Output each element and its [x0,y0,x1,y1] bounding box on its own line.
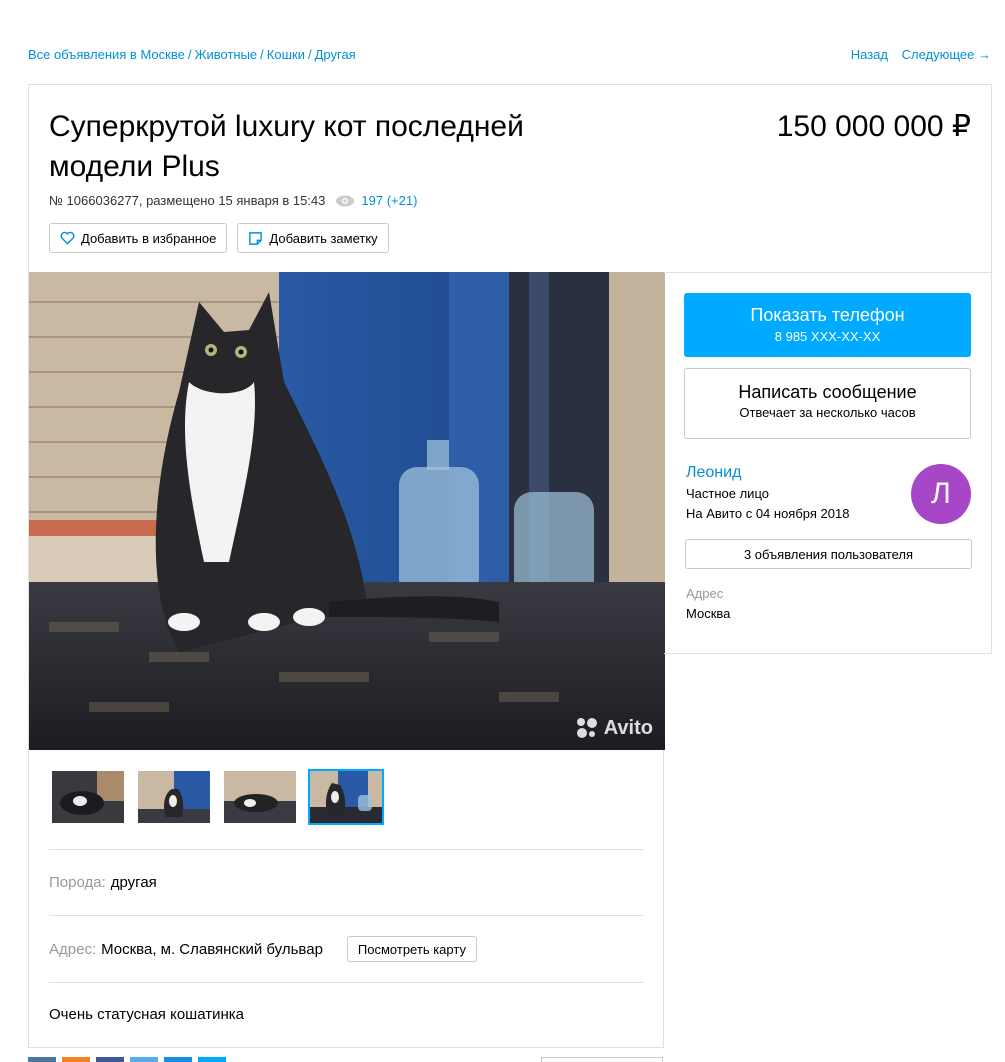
divider [49,982,644,983]
listing-id-date: № 1066036277, размещено 15 января в 15:4… [49,193,326,208]
thumbnail-4[interactable] [308,769,384,825]
listing-meta: № 1066036277, размещено 15 января в 15:4… [49,193,417,208]
thumbnail-1[interactable] [50,769,126,825]
eye-icon [336,195,355,206]
breed-param: Порода: другая [49,874,157,891]
share-telegram-button[interactable] [198,1057,226,1062]
show-phone-button[interactable]: Показать телефон 8 985 XXX-XX-XX [684,293,971,357]
seller-ads-button[interactable]: 3 объявления пользователя [685,539,972,569]
share-ok-button[interactable] [62,1057,90,1062]
share-twitter-button[interactable] [130,1057,158,1062]
share-facebook-button[interactable] [96,1057,124,1062]
breadcrumb-separator: / [260,47,264,62]
breed-value: другая [110,874,157,891]
seller-since: На Авито с 04 ноября 2018 [686,506,850,521]
divider [49,915,644,916]
listing-actions: Добавить в избранное Добавить заметку [49,223,389,253]
show-phone-label: Показать телефон [750,305,905,325]
address-value: Москва, м. Славянский бульвар [101,940,323,958]
avito-watermark-text: Avito [603,716,653,739]
heart-icon [60,231,75,245]
thumbnail-2[interactable] [136,769,212,825]
listing-navigation: Назад Следующее → [841,47,991,62]
address-label: Адрес: [49,940,97,958]
seller-address-label: Адрес [686,586,724,601]
photo-thumbnails [50,769,384,825]
add-note-label: Добавить заметку [269,230,378,246]
photo-section: Avito Порода: другая Адрес: Москва, м. С… [28,272,665,1048]
share-buttons [28,1057,226,1062]
breadcrumb-item-other[interactable]: Другая [315,47,356,62]
add-favorite-label: Добавить в избранное [81,230,217,246]
share-mail-button[interactable] [164,1057,192,1062]
phone-masked: 8 985 XXX-XX-XX [774,329,881,344]
next-link[interactable]: Следующее → [902,47,991,62]
breadcrumb: Все объявления в Москве / Животные / Кошки / Д… [28,47,356,62]
breadcrumb-item-all[interactable]: Все объявления в Москве [28,47,185,62]
add-favorite-button[interactable]: Добавить в избранное [49,223,228,253]
write-message-button[interactable]: Написать сообщение Отвечает за несколько… [684,368,971,439]
divider [49,849,644,850]
breed-label: Порода: [49,874,106,891]
avito-watermark: Avito [575,716,653,740]
listing-title: Суперкрутой luxury кот последней модели … [49,110,524,183]
avito-logo-icon [576,718,597,738]
breadcrumb-item-animals[interactable]: Животные [194,47,257,62]
seller-type: Частное лицо [686,486,769,501]
seller-panel: Показать телефон 8 985 XXX-XX-XX Написат… [664,272,992,654]
seller-address-value: Москва [686,606,731,621]
avatar[interactable]: Л [911,464,971,524]
back-link[interactable]: Назад [851,47,888,62]
listing-description: Очень статусная кошатинка [49,1006,244,1023]
response-time: Отвечает за несколько часов [739,405,916,420]
main-photo[interactable]: Avito [29,272,665,750]
listing-header: Суперкрутой luxury кот последней модели … [28,84,992,272]
share-vk-button[interactable] [28,1057,56,1062]
view-map-button[interactable]: Посмотреть карту [346,936,477,962]
add-note-button[interactable]: Добавить заметку [237,223,389,253]
breadcrumb-separator: / [187,47,192,62]
breadcrumb-item-cats[interactable]: Кошки [267,47,305,62]
report-button[interactable] [541,1057,663,1062]
views-count[interactable]: 197 (+21) [361,193,417,208]
listing-price: 150 000 000 ₽ [776,110,971,143]
thumbnail-3[interactable] [222,769,298,825]
seller-name-link[interactable]: Леонид [686,464,741,482]
breadcrumb-separator: / [307,47,312,62]
address-param: Адрес: Москва, м. Славянский бульвар Пос… [49,936,477,962]
write-message-label: Написать сообщение [738,382,917,402]
note-icon [249,231,263,245]
cat-photo-image [29,272,665,750]
